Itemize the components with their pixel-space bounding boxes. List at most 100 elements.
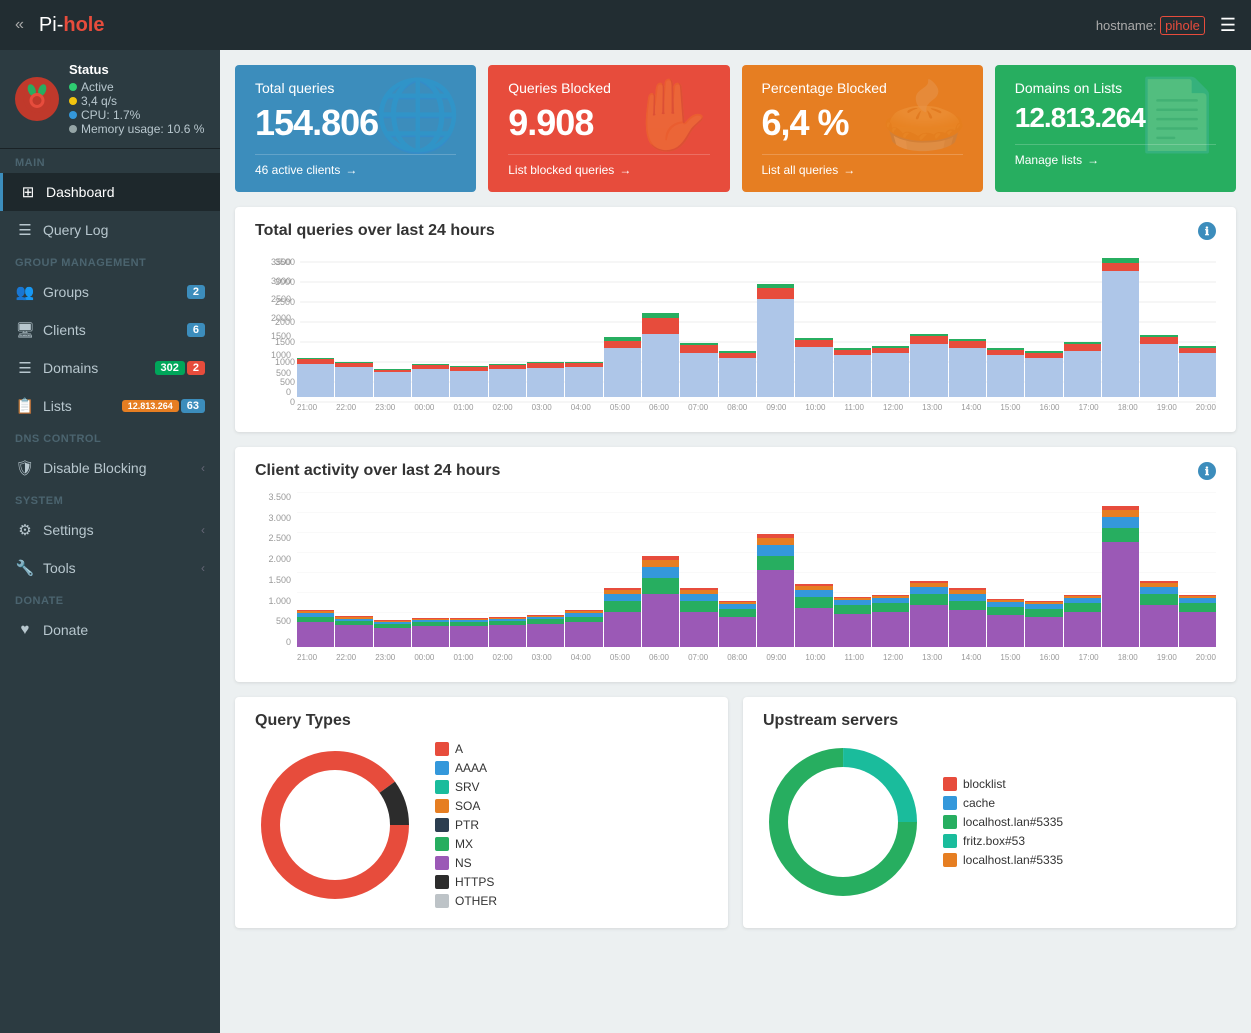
sidebar-item-query-log[interactable]: ☰ Query Log — [0, 211, 220, 249]
status-title: Status — [69, 62, 204, 77]
client-bar-group — [374, 492, 411, 647]
upstream-servers-title: Upstream servers — [763, 712, 1216, 730]
globe-icon: 🌐 — [374, 75, 461, 157]
sidebar: Status Active 3,4 q/s CPU: 1.7% Memory u… — [0, 50, 220, 1033]
client-bar-group — [872, 492, 909, 647]
hostname-display: hostname: pihole — [1096, 18, 1205, 33]
domains-icon: ☰ — [15, 359, 35, 377]
hamburger-menu-button[interactable]: ☰ — [1220, 15, 1236, 36]
x-label: 18:00 — [1118, 653, 1138, 662]
pie-icon: 🥧 — [881, 75, 968, 157]
sidebar-item-label: Donate — [43, 622, 88, 638]
card-footer[interactable]: List all queries → — [762, 154, 963, 177]
donut-content: A AAAA SRV SOA — [255, 742, 708, 913]
info-icon[interactable]: ℹ — [1198, 462, 1216, 480]
sidebar-item-donate[interactable]: ♥ Donate — [0, 611, 220, 648]
chevron-icon: ‹ — [201, 523, 205, 537]
stat-card-queries-blocked[interactable]: ✋ Queries Blocked 9.908 List blocked que… — [488, 65, 729, 192]
legend-item: NS — [435, 856, 497, 870]
sidebar-item-settings[interactable]: ⚙ Settings ‹ — [0, 511, 220, 549]
x-label: 05:00 — [610, 403, 630, 412]
x-label: 00:00 — [414, 653, 434, 662]
x-label: 10:00 — [805, 653, 825, 662]
main-content: 🌐 Total queries 154.806 46 active client… — [220, 50, 1251, 1033]
lists-icon: 📋 — [15, 397, 35, 415]
bar-group — [297, 257, 334, 397]
client-bar-group — [1025, 492, 1062, 647]
x-label: 13:00 — [922, 653, 942, 662]
bar-group — [719, 257, 756, 397]
x-label: 12:00 — [883, 653, 903, 662]
stat-card-percentage-blocked[interactable]: 🥧 Percentage Blocked 6,4 % List all quer… — [742, 65, 983, 192]
x-label: 00:00 — [414, 403, 434, 412]
bar-group — [1179, 257, 1216, 397]
chevron-icon: ‹ — [201, 461, 205, 475]
legend-item: localhost.lan#5335 — [943, 853, 1063, 867]
client-bar-group — [335, 492, 372, 647]
bar-group — [987, 257, 1024, 397]
bar-group — [949, 257, 986, 397]
color-swatch — [943, 834, 957, 848]
x-label: 08:00 — [727, 653, 747, 662]
client-bar-group — [1179, 492, 1216, 647]
sidebar-item-groups[interactable]: 👥 Groups 2 — [0, 273, 220, 311]
sidebar-item-disable-blocking[interactable]: 🛡 Disable Blocking ‹ — [0, 449, 220, 487]
x-label: 02:00 — [493, 653, 513, 662]
sidebar-item-clients[interactable]: 🖥 Clients 6 — [0, 311, 220, 349]
legend-item: SOA — [435, 799, 497, 813]
card-footer-text: List blocked queries — [508, 163, 614, 177]
client-bar-group — [987, 492, 1024, 647]
stat-card-total-queries[interactable]: 🌐 Total queries 154.806 46 active client… — [235, 65, 476, 192]
bar-group — [910, 257, 947, 397]
legend-label: A — [455, 742, 463, 756]
total-queries-bar-area: 3500 3000 2500 2000 1500 1000 500 0 21:0… — [255, 257, 1216, 417]
card-footer[interactable]: 46 active clients → — [255, 154, 456, 177]
sidebar-item-label: Settings — [43, 522, 94, 538]
status-active: Active — [69, 80, 204, 94]
y-axis-labels: 3500 3000 2500 2000 1500 1000 500 0 — [255, 257, 295, 397]
color-swatch — [943, 796, 957, 810]
x-axis-labels: 21:0022:0023:0000:0001:0002:0003:0004:00… — [297, 397, 1216, 417]
color-swatch — [435, 856, 449, 870]
sidebar-item-label: Clients — [43, 322, 86, 338]
info-icon[interactable]: ℹ — [1198, 222, 1216, 240]
card-footer-text: 46 active clients — [255, 163, 340, 177]
sidebar-item-label: Disable Blocking — [43, 460, 147, 476]
x-label: 06:00 — [649, 653, 669, 662]
client-bar-group — [719, 492, 756, 647]
status-rate: 3,4 q/s — [69, 94, 204, 108]
donut-content: blocklist cache localhost.lan#5335 — [763, 742, 1216, 907]
client-bar-group — [1140, 492, 1177, 647]
collapse-sidebar-button[interactable]: « — [15, 16, 24, 34]
sidebar-item-label: Query Log — [43, 222, 108, 238]
query-types-legend: A AAAA SRV SOA — [435, 742, 497, 913]
sidebar-item-dashboard[interactable]: ⊞ Dashboard — [0, 173, 220, 211]
client-activity-bar-area: 3.500 3.000 2.500 2.000 1.500 1.000 500 … — [255, 492, 1216, 667]
arrow-icon: → — [619, 163, 631, 177]
legend-item: MX — [435, 837, 497, 851]
client-bar-group — [949, 492, 986, 647]
card-footer[interactable]: List blocked queries → — [508, 154, 709, 177]
x-label: 19:00 — [1157, 653, 1177, 662]
x-label: 22:00 — [336, 403, 356, 412]
clients-badge: 6 — [187, 323, 205, 337]
bar-group — [834, 257, 871, 397]
color-swatch — [435, 761, 449, 775]
color-swatch — [435, 780, 449, 794]
bar-group — [335, 257, 372, 397]
sidebar-item-domains[interactable]: ☰ Domains 302 2 — [0, 349, 220, 387]
lists-badge: 12.813.264 — [122, 400, 179, 412]
sidebar-item-tools[interactable]: 🔧 Tools ‹ — [0, 549, 220, 587]
stat-card-domains-on-lists[interactable]: 📄 Domains on Lists 12.813.264 Manage lis… — [995, 65, 1236, 192]
bar-group — [795, 257, 832, 397]
arrow-icon: → — [345, 163, 357, 177]
sidebar-item-lists[interactable]: 📋 Lists 12.813.264 63 — [0, 387, 220, 425]
x-label: 21:00 — [297, 653, 317, 662]
x-label: 17:00 — [1079, 653, 1099, 662]
dashboard-icon: ⊞ — [18, 183, 38, 201]
legend-label: localhost.lan#5335 — [963, 815, 1063, 829]
chevron-icon: ‹ — [201, 561, 205, 575]
client-bars-area — [297, 492, 1216, 647]
client-bar-group — [489, 492, 526, 647]
x-label: 08:00 — [727, 403, 747, 412]
